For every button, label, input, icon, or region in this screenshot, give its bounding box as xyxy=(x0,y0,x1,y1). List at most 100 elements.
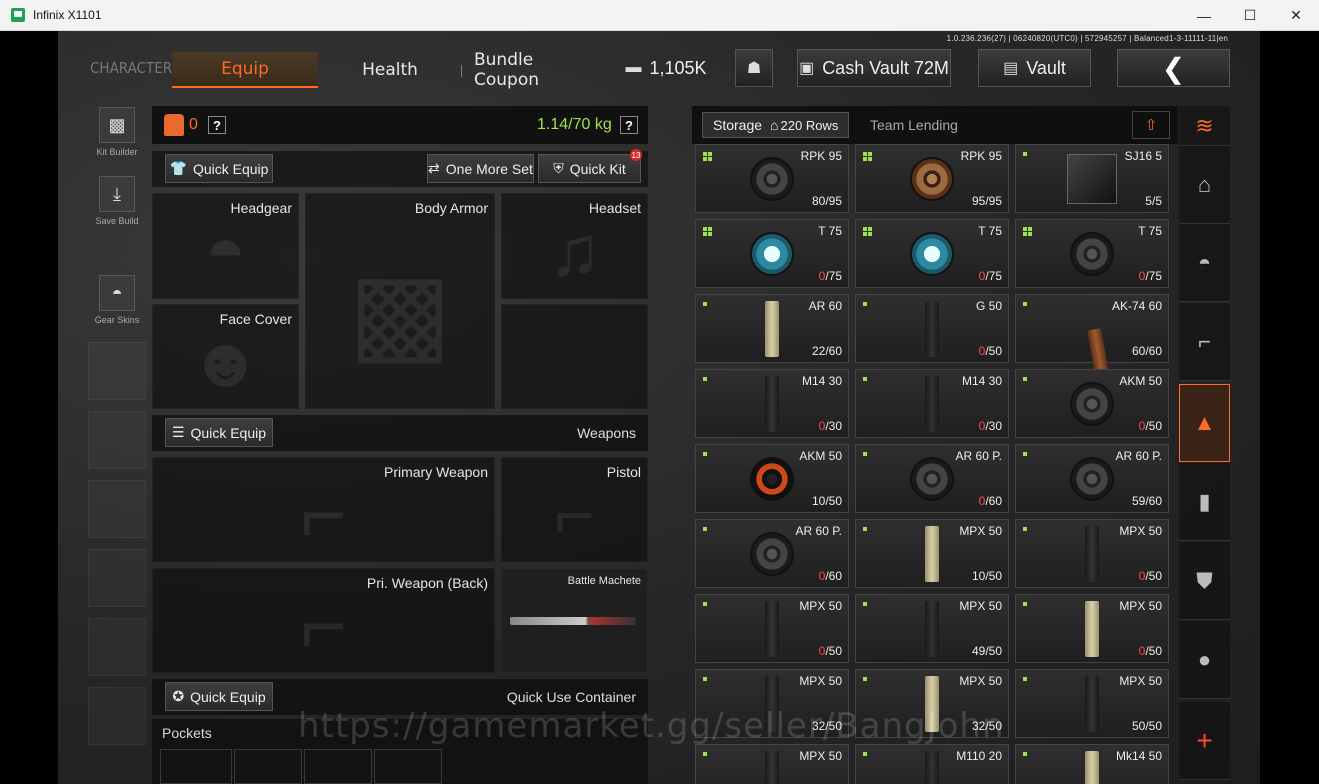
primary-weapon-slot[interactable]: Primary Weapon ⌐ xyxy=(152,457,495,562)
storage-item[interactable]: AKM 50 0/50 xyxy=(1015,369,1169,438)
minimize-button[interactable]: — xyxy=(1181,0,1227,31)
kit-builder-button[interactable]: ▩ Kit Builder xyxy=(88,107,146,157)
storage-item[interactable]: SJ16 5 5/5 xyxy=(1015,144,1169,213)
storage-item[interactable]: Mk14 50 xyxy=(1015,744,1169,784)
sort-icon[interactable]: ⇧ xyxy=(1132,111,1170,139)
storage-item[interactable]: AK-74 60 60/60 xyxy=(1015,294,1169,386)
category-armor-icon[interactable]: ⛊ xyxy=(1179,542,1230,620)
download-icon: ⤓ xyxy=(99,176,135,212)
item-name: RPK 95 xyxy=(800,149,842,163)
storage-item[interactable]: M110 20 xyxy=(855,744,1009,784)
left-slot[interactable] xyxy=(88,342,146,400)
headset-slot[interactable]: Headset ♫ xyxy=(501,193,648,299)
storage-item[interactable]: T 75 0/75 xyxy=(855,219,1009,288)
melee-slot[interactable]: Battle Machete xyxy=(501,568,648,673)
game-screen: 1.0.236.236(27) | 06240820(UTC0) | 57294… xyxy=(58,31,1260,784)
save-build-button[interactable]: ⤓ Save Build xyxy=(88,176,146,226)
storage-item[interactable]: MPX 50 10/50 xyxy=(855,519,1009,588)
home-icon: ⌂ xyxy=(770,117,779,133)
gear-skins-button[interactable]: ◓ Gear Skins xyxy=(88,275,146,325)
tab-team-lending[interactable]: Team Lending xyxy=(860,112,968,138)
category-grenade-icon[interactable]: ● xyxy=(1179,621,1230,699)
weapons-quick-equip-button[interactable]: ☰ Quick Equip xyxy=(165,418,273,447)
category-home-icon[interactable]: ⌂ xyxy=(1179,146,1230,224)
category-gear-icon[interactable]: ◓ xyxy=(1179,224,1230,302)
rarity-indicator xyxy=(1023,302,1027,306)
nav-character[interactable]: CHARACTER xyxy=(90,59,172,77)
currency-display[interactable]: ▬ 1,105K xyxy=(620,49,712,87)
item-quantity: 0/30 xyxy=(979,419,1002,433)
storage-item[interactable]: MPX 50 50/50 xyxy=(1015,669,1169,738)
storage-item[interactable]: RPK 95 95/95 xyxy=(855,144,1009,213)
left-slot[interactable] xyxy=(88,687,146,745)
tab-storage[interactable]: Storage ⌂ 220 Rows xyxy=(702,112,850,138)
pistol-slot[interactable]: Pistol ⌐ xyxy=(501,457,648,562)
storage-item[interactable]: M14 30 0/30 xyxy=(855,369,1009,438)
one-more-set-button[interactable]: ⇄ One More Set xyxy=(427,154,534,183)
item-capacity: /75 xyxy=(985,269,1002,283)
category-ammo-icon[interactable]: ▲ xyxy=(1179,384,1230,462)
tab-health[interactable]: Health xyxy=(330,52,450,88)
left-slot[interactable] xyxy=(88,411,146,469)
storage-item[interactable]: MPX 50 xyxy=(695,744,849,784)
left-slot[interactable] xyxy=(88,480,146,538)
storage-tab-label: Storage xyxy=(713,117,763,133)
rarity-indicator xyxy=(703,752,707,756)
weight-help-icon[interactable]: ? xyxy=(620,116,638,134)
storage-item[interactable]: MPX 50 0/50 xyxy=(1015,519,1169,588)
pocket-slot[interactable] xyxy=(234,749,302,784)
maximize-button[interactable]: ☐ xyxy=(1227,0,1273,31)
rarity-indicator xyxy=(1023,377,1027,381)
storage-item[interactable]: G 50 0/50 xyxy=(855,294,1009,363)
storage-item[interactable]: AR 60 P. 0/60 xyxy=(855,444,1009,513)
close-button[interactable]: ✕ xyxy=(1273,0,1319,31)
category-bullet-icon[interactable]: ▮ xyxy=(1179,463,1230,541)
quick-kit-badge: 13 xyxy=(630,149,642,161)
storage-item[interactable]: T 75 0/75 xyxy=(695,219,849,288)
storage-item[interactable]: AR 60 P. 59/60 xyxy=(1015,444,1169,513)
quick-equip-button[interactable]: 👕 Quick Equip xyxy=(165,154,273,183)
category-all-icon[interactable]: ≋ xyxy=(1179,106,1230,146)
pocket-slot[interactable] xyxy=(374,749,442,784)
magazine-icon xyxy=(750,456,794,501)
bag-help-icon[interactable]: ? xyxy=(208,116,226,134)
vault-button[interactable]: ▤ Vault xyxy=(978,49,1091,87)
agent-icon: ☗ xyxy=(746,60,762,77)
storage-item[interactable]: MPX 50 49/50 xyxy=(855,594,1009,663)
left-slot[interactable] xyxy=(88,549,146,607)
storage-item[interactable]: T 75 0/75 xyxy=(1015,219,1169,288)
quick-use-equip-button[interactable]: ✪ Quick Equip xyxy=(165,682,273,711)
storage-item[interactable]: MPX 50 0/50 xyxy=(695,594,849,663)
item-name: MPX 50 xyxy=(1119,674,1162,688)
tab-bundle-coupon[interactable]: Bundle Coupon xyxy=(474,50,598,90)
storage-item[interactable]: AR 60 22/60 xyxy=(695,294,849,363)
pocket-slot[interactable] xyxy=(304,749,372,784)
helmet-icon: ◓ xyxy=(99,275,135,311)
pocket-slot[interactable] xyxy=(160,749,232,784)
storage-item[interactable]: AR 60 P. 0/60 xyxy=(695,519,849,588)
storage-item[interactable]: M14 30 0/30 xyxy=(695,369,849,438)
quick-kit-button[interactable]: ⛨ Quick Kit 13 xyxy=(538,149,642,183)
agent-button[interactable]: ☗ xyxy=(735,49,773,87)
cash-vault-button[interactable]: ▣ Cash Vault 72M xyxy=(797,49,951,87)
pri-weapon-back-slot[interactable]: Pri. Weapon (Back) ⌐ xyxy=(152,568,495,673)
left-slot[interactable] xyxy=(88,618,146,676)
item-quantity: 80/95 xyxy=(812,194,842,208)
tab-equip[interactable]: Equip xyxy=(172,52,318,88)
storage-item[interactable]: RPK 95 80/95 xyxy=(695,144,849,213)
primary-weapon-label: Primary Weapon xyxy=(383,464,488,480)
bag-count: 0 xyxy=(189,116,198,133)
headset-icon: ♫ xyxy=(548,212,601,291)
back-button[interactable]: ❮ xyxy=(1117,49,1230,87)
body-armor-slot[interactable]: Body Armor ▩ xyxy=(305,193,495,409)
headgear-slot[interactable]: Headgear ◓ xyxy=(152,193,299,299)
storage-rows: 220 Rows xyxy=(780,117,839,133)
face-cover-slot[interactable]: Face Cover ☻ xyxy=(152,304,299,409)
item-count: 60 xyxy=(1131,344,1146,358)
storage-item[interactable]: MPX 50 0/50 xyxy=(1015,594,1169,663)
extra-slot[interactable] xyxy=(501,304,648,409)
storage-item[interactable]: AKM 50 10/50 xyxy=(695,444,849,513)
add-icon[interactable]: + xyxy=(1179,702,1230,780)
category-weapon-icon[interactable]: ⌐ xyxy=(1179,303,1230,381)
rarity-indicator xyxy=(863,602,867,606)
